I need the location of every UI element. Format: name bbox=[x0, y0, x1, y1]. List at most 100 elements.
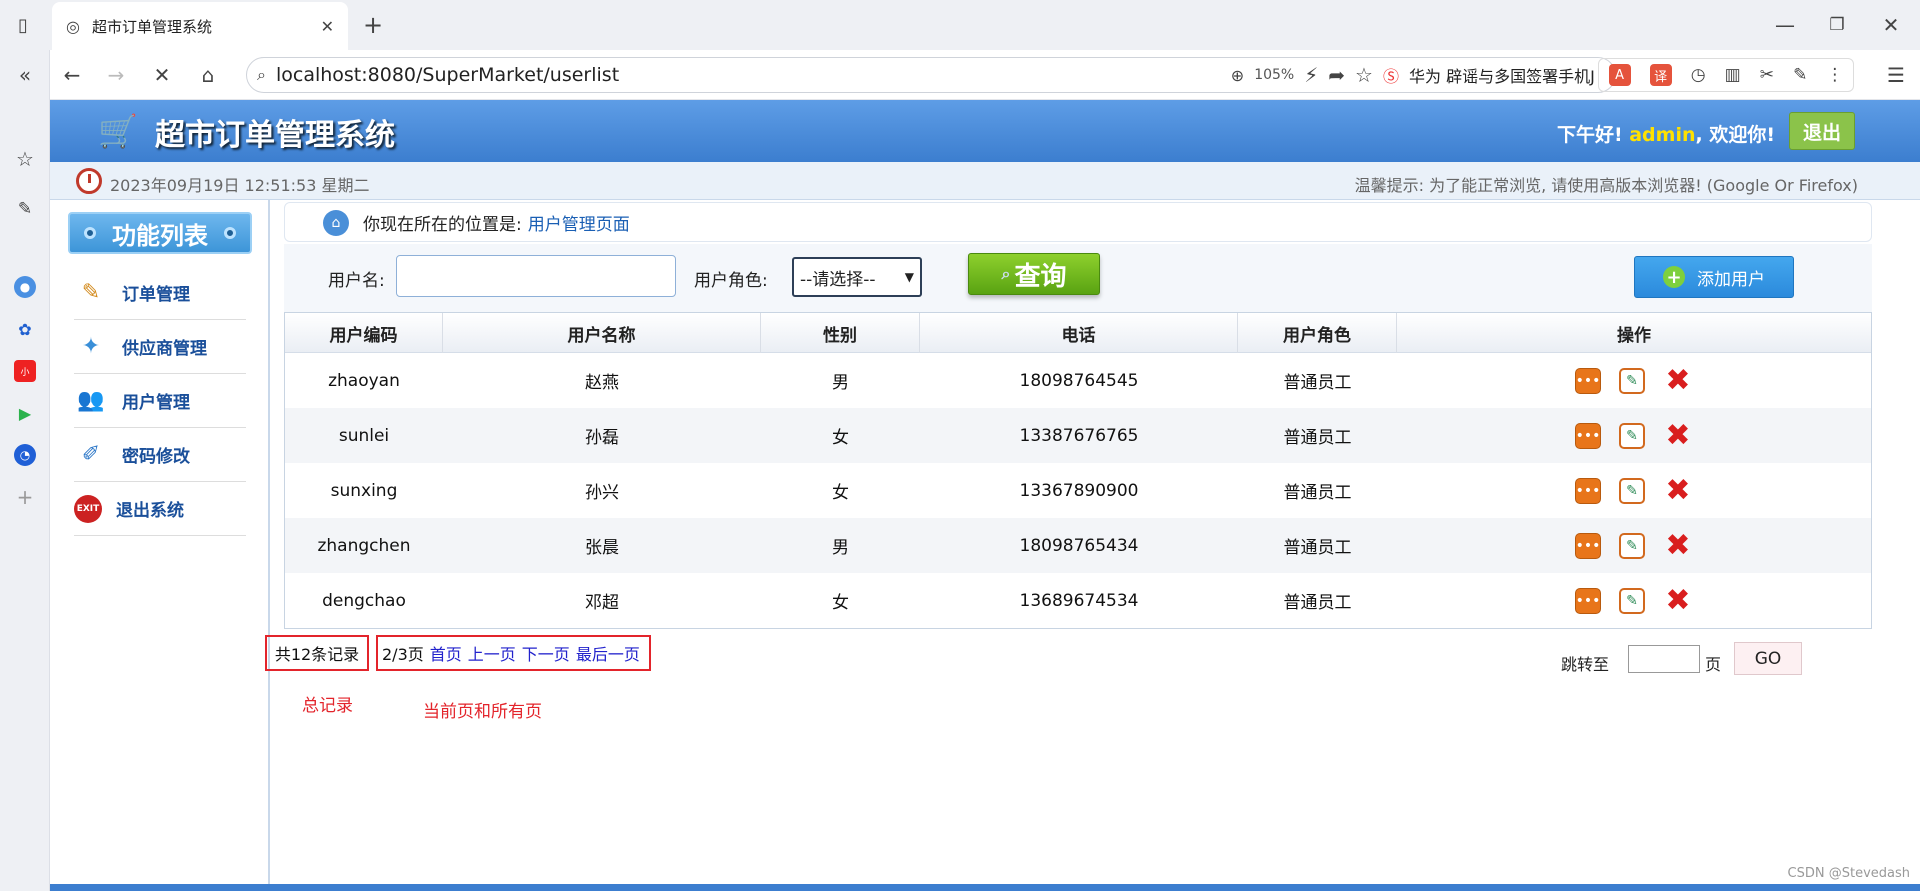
lightning-icon[interactable]: ⚡ bbox=[1304, 63, 1318, 87]
restore-icon[interactable]: ❐ bbox=[1822, 10, 1852, 40]
delete-icon[interactable]: ✖ bbox=[1663, 363, 1693, 398]
next-page-link[interactable]: 下一页 bbox=[522, 641, 570, 665]
breadcrumb-location[interactable]: 用户管理页面 bbox=[528, 210, 630, 235]
screenshot-icon[interactable]: ✂ bbox=[1760, 65, 1774, 85]
jump-page-input[interactable] bbox=[1628, 645, 1700, 673]
history-icon[interactable]: ◷ bbox=[1691, 65, 1706, 85]
username-label: 用户名: bbox=[328, 271, 385, 291]
extensions-group: A 译 ◷ ▥ ✂ ✎ ⋮ bbox=[1598, 58, 1854, 92]
cell-user-name: 张晨 bbox=[585, 538, 619, 558]
collapse-icon[interactable]: « bbox=[12, 62, 38, 88]
app-header: 🛒 超市订单管理系统 下午好! admin, 欢迎你! 退出 bbox=[50, 100, 1920, 162]
forward-icon[interactable]: → bbox=[102, 61, 130, 89]
cell-user-code: zhaoyan bbox=[328, 370, 400, 391]
page-unit-label: 页 bbox=[1705, 655, 1722, 674]
menu-item-orders[interactable]: ✎ 订单管理 bbox=[74, 266, 246, 320]
browser-tab[interactable]: ◎ 超市订单管理系统 ✕ bbox=[52, 2, 348, 50]
pdf-icon[interactable]: A bbox=[1608, 64, 1631, 86]
view-icon[interactable]: ••• bbox=[1575, 587, 1601, 614]
current-username: admin bbox=[1629, 124, 1696, 146]
edit-icon[interactable]: ✎ bbox=[1619, 422, 1645, 449]
cell-phone: 13689674534 bbox=[1019, 590, 1139, 611]
view-icon[interactable]: ••• bbox=[1575, 477, 1601, 504]
edit-icon[interactable]: ✎ bbox=[1619, 587, 1645, 614]
sidebar-toggle-icon[interactable]: ▯ bbox=[10, 12, 36, 38]
address-bar[interactable]: ⌕ localhost:8080/SuperMarket/userlist ⊕ … bbox=[246, 57, 1616, 93]
add-user-button[interactable]: + 添加用户 bbox=[1634, 256, 1794, 298]
user-table: 用户编码 用户名称 性别 电话 用户角色 操作 zhaoyan 赵燕 男 180… bbox=[284, 312, 1872, 629]
app-shortcut-4-icon[interactable]: ▶ bbox=[14, 402, 36, 424]
clock-icon bbox=[76, 168, 102, 194]
edit-icon[interactable]: ✎ bbox=[1619, 367, 1645, 394]
cell-gender: 女 bbox=[832, 593, 849, 613]
cell-phone: 13387676765 bbox=[1019, 425, 1139, 446]
favorites-icon[interactable]: ☆ bbox=[12, 146, 38, 172]
app-shortcut-5-icon[interactable]: ◔ bbox=[14, 444, 36, 466]
notes-icon[interactable]: ✎ bbox=[12, 196, 38, 222]
minimize-icon[interactable]: — bbox=[1770, 10, 1800, 40]
menu-item-suppliers[interactable]: ✦ 供应商管理 bbox=[74, 320, 246, 374]
close-tab-icon[interactable]: ✕ bbox=[321, 17, 334, 36]
delete-icon[interactable]: ✖ bbox=[1663, 528, 1693, 563]
globe-icon: ◎ bbox=[66, 16, 80, 36]
menu-icon[interactable]: ☰ bbox=[1882, 61, 1910, 89]
zoom-icon[interactable]: ⊕ bbox=[1231, 66, 1244, 85]
edit-icon[interactable]: ✎ bbox=[1619, 532, 1645, 559]
view-icon[interactable]: ••• bbox=[1575, 422, 1601, 449]
cell-actions: ••• ✎ ✖ bbox=[1397, 463, 1871, 518]
app-shortcut-3-icon[interactable]: 小 bbox=[14, 360, 36, 382]
query-button[interactable]: ⌕ 查询 bbox=[968, 253, 1100, 295]
translate-icon[interactable]: 译 bbox=[1649, 64, 1672, 86]
close-window-icon[interactable]: ✕ bbox=[1876, 10, 1906, 40]
more-icon[interactable]: ⋮ bbox=[1826, 65, 1843, 85]
first-page-link[interactable]: 首页 bbox=[430, 641, 462, 665]
cell-gender: 男 bbox=[832, 373, 849, 393]
pen-icon[interactable]: ✎ bbox=[1793, 65, 1807, 85]
delete-icon[interactable]: ✖ bbox=[1663, 418, 1693, 453]
cell-phone: 13367890900 bbox=[1019, 480, 1139, 501]
edit-icon[interactable]: ✎ bbox=[1619, 477, 1645, 504]
share-icon[interactable]: ➦ bbox=[1328, 63, 1345, 87]
cell-user-code: dengchao bbox=[322, 590, 406, 611]
back-icon[interactable]: ← bbox=[58, 61, 86, 89]
app-shortcut-2-icon[interactable]: ✿ bbox=[14, 318, 36, 340]
star-icon[interactable]: ☆ bbox=[1355, 63, 1373, 87]
logout-button[interactable]: 退出 bbox=[1789, 112, 1855, 150]
add-shortcut-icon[interactable]: + bbox=[14, 485, 36, 509]
reader-icon[interactable]: ▥ bbox=[1725, 65, 1741, 85]
news-ticker[interactable]: 华为 辟谣与多国签署手机J bbox=[1409, 63, 1605, 87]
total-annotation: 总记录 bbox=[302, 696, 353, 716]
delete-icon[interactable]: ✖ bbox=[1663, 473, 1693, 508]
loading-icon[interactable]: ✕ bbox=[148, 61, 176, 89]
new-tab-icon[interactable]: + bbox=[358, 10, 388, 40]
delete-icon[interactable]: ✖ bbox=[1663, 583, 1693, 618]
last-page-link[interactable]: 最后一页 bbox=[576, 641, 640, 665]
users-icon: 👥 bbox=[77, 388, 105, 413]
view-icon[interactable]: ••• bbox=[1575, 532, 1601, 559]
view-icon[interactable]: ••• bbox=[1575, 367, 1601, 394]
cell-role: 普通员工 bbox=[1283, 593, 1352, 613]
menu-item-users[interactable]: 👥 用户管理 bbox=[74, 374, 246, 428]
menu-title: 功能列表 bbox=[68, 212, 252, 254]
app-shortcut-1-icon[interactable]: ● bbox=[14, 276, 36, 298]
go-button[interactable]: GO bbox=[1734, 642, 1802, 675]
search-icon: ⌕ bbox=[257, 65, 266, 84]
cell-gender: 女 bbox=[832, 428, 849, 448]
cell-gender: 男 bbox=[832, 538, 849, 558]
username-input[interactable] bbox=[396, 255, 676, 297]
cell-user-code: sunxing bbox=[330, 480, 398, 501]
menu-item-password[interactable]: ✐ 密码修改 bbox=[74, 428, 246, 482]
cell-user-code: sunlei bbox=[338, 425, 390, 446]
browser-tab-bar: ▯ ◎ 超市订单管理系统 ✕ + — ❐ ✕ bbox=[0, 0, 1920, 50]
cell-role: 普通员工 bbox=[1283, 483, 1352, 503]
watermark: CSDN @Stevedash bbox=[1787, 866, 1910, 881]
cell-actions: ••• ✎ ✖ bbox=[1397, 408, 1871, 463]
role-select[interactable]: --请选择-- ▼ bbox=[792, 257, 922, 297]
header-actions: 操作 bbox=[1617, 325, 1651, 346]
magnifier-icon: ⌕ bbox=[1001, 264, 1011, 283]
password-icon: ✐ bbox=[81, 442, 101, 467]
menu-item-exit[interactable]: EXIT 退出系统 bbox=[74, 482, 246, 536]
home-icon[interactable]: ⌂ bbox=[194, 61, 222, 89]
search-engine-icon[interactable]: Ⓢ bbox=[1383, 63, 1399, 87]
prev-page-link[interactable]: 上一页 bbox=[468, 641, 516, 665]
